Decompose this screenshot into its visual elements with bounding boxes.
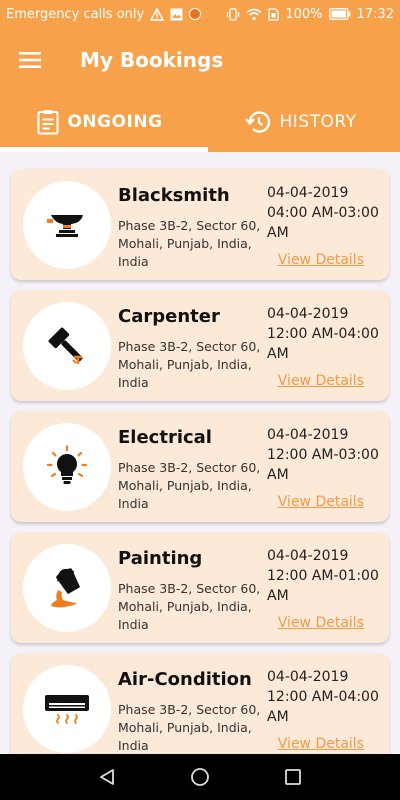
bookings-list[interactable]: Blacksmith Phase 3B-2, Sector 60, Mohali…	[0, 152, 400, 754]
view-details-link[interactable]: View Details	[278, 252, 364, 268]
service-avatar	[23, 181, 111, 269]
battery-icon	[328, 8, 351, 20]
carrier-text: Emergency calls only	[6, 6, 145, 22]
view-details-link[interactable]: View Details	[278, 373, 364, 389]
paint-bucket-icon	[51, 568, 81, 608]
booking-card[interactable]: Blacksmith Phase 3B-2, Sector 60, Mohali…	[11, 169, 389, 280]
service-address: Phase 3B-2, Sector 60, Mohali, Punjab, I…	[118, 460, 261, 511]
status-left: Emergency calls only	[6, 6, 202, 22]
booking-card[interactable]: Painting Phase 3B-2, Sector 60, Mohali, …	[11, 532, 389, 643]
view-details-link[interactable]: View Details	[278, 494, 364, 510]
service-address: Phase 3B-2, Sector 60, Mohali, Punjab, I…	[118, 339, 261, 390]
tab-history[interactable]: HISTORY	[200, 92, 400, 152]
menu-button[interactable]	[0, 28, 60, 92]
image-icon	[170, 8, 183, 21]
tab-bar: ONGOING HISTORY	[0, 92, 400, 152]
recents-square-icon	[285, 769, 302, 785]
hamburger-menu-icon	[19, 52, 41, 68]
booking-card[interactable]: Air-Condition Phase 3B-2, Sector 60, Moh…	[11, 653, 389, 754]
booking-card[interactable]: Carpenter Phase 3B-2, Sector 60, Mohali,…	[11, 290, 389, 401]
service-avatar	[23, 302, 111, 390]
service-address: Phase 3B-2, Sector 60, Mohali, Punjab, I…	[118, 218, 261, 269]
wifi-icon	[246, 8, 262, 21]
service-name: Blacksmith	[118, 185, 230, 206]
hammer-icon	[48, 327, 83, 364]
vibrate-icon	[226, 7, 240, 21]
back-triangle-icon	[99, 769, 114, 785]
page-title: My Bookings	[80, 48, 224, 72]
anvil-icon	[47, 215, 83, 237]
home-button[interactable]	[180, 757, 220, 797]
booking-date: 04-04-2019 04:00 AM-03:00 AM	[267, 185, 379, 241]
back-button[interactable]	[87, 757, 127, 797]
service-address: Phase 3B-2, Sector 60, Mohali, Punjab, I…	[118, 702, 261, 753]
service-address: Phase 3B-2, Sector 60, Mohali, Punjab, I…	[118, 581, 261, 632]
clock-time: 17:32	[356, 6, 394, 22]
system-nav-bar	[0, 754, 400, 800]
view-details-link[interactable]: View Details	[278, 736, 364, 752]
service-avatar	[23, 665, 111, 753]
home-circle-icon	[191, 768, 209, 786]
clipboard-icon	[37, 110, 59, 135]
view-details-link[interactable]: View Details	[278, 615, 364, 631]
booking-date: 04-04-2019 12:00 AM-03:00 AM	[267, 427, 379, 483]
service-name: Painting	[118, 548, 203, 569]
warning-icon	[150, 7, 165, 21]
status-right: 100% 17:32	[226, 7, 394, 22]
service-name: Electrical	[118, 427, 212, 448]
battery-percent: 100%	[285, 6, 323, 22]
notification-dot-icon	[189, 8, 202, 20]
service-name: Carpenter	[118, 306, 220, 327]
history-icon	[244, 111, 270, 133]
air-conditioner-icon	[45, 695, 89, 724]
service-avatar	[23, 423, 111, 511]
sim-icon	[268, 7, 280, 21]
lightbulb-icon	[46, 445, 88, 484]
tab-history-label: HISTORY	[279, 112, 357, 132]
booking-card[interactable]: Electrical Phase 3B-2, Sector 60, Mohali…	[11, 411, 389, 522]
service-name: Air-Condition	[118, 669, 252, 690]
booking-date: 04-04-2019 12:00 AM-01:00 AM	[267, 548, 379, 604]
recents-button[interactable]	[273, 757, 313, 797]
booking-date: 04-04-2019 12:00 AM-04:00 AM	[267, 306, 379, 362]
app-bar: My Bookings	[0, 28, 400, 92]
booking-date: 04-04-2019 12:00 AM-04:00 AM	[267, 669, 379, 725]
service-avatar	[23, 544, 111, 632]
tab-ongoing-label: ONGOING	[67, 112, 163, 132]
tab-ongoing[interactable]: ONGOING	[0, 92, 208, 152]
status-bar: Emergency calls only 100% 17:32	[0, 0, 400, 28]
